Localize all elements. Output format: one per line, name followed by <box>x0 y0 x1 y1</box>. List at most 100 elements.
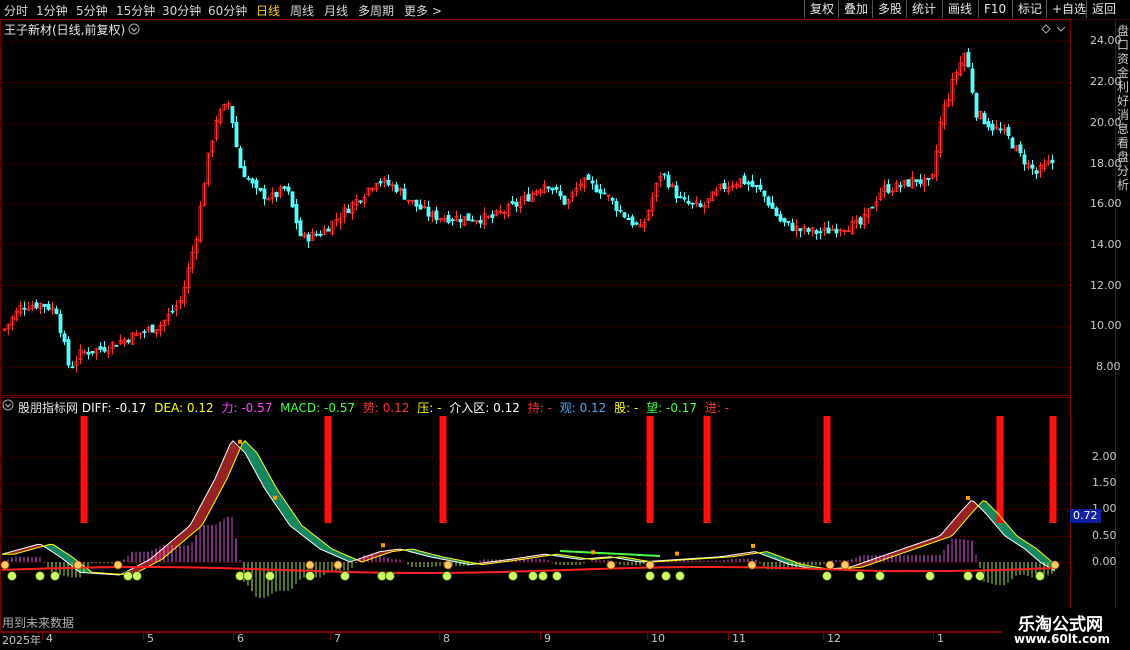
indicator-chevron-path <box>5 403 11 408</box>
apple-icon <box>385 571 395 581</box>
indicator-chevron-down-icon[interactable] <box>2 399 14 411</box>
indicator-value: 持: - <box>523 401 552 415</box>
candle-body <box>254 180 259 189</box>
chart-canvas <box>0 19 1130 640</box>
hand-icon <box>73 560 83 570</box>
indicator-value: 力: -0.57 <box>217 401 273 415</box>
candle-body <box>586 174 591 180</box>
peak-marker <box>675 551 679 556</box>
apple-icon <box>35 571 45 581</box>
candle-body <box>426 206 431 217</box>
candle-body <box>458 219 463 223</box>
candle-body <box>98 346 103 350</box>
apple-icon <box>925 571 935 581</box>
candle-body <box>1010 137 1015 149</box>
candle-body <box>446 215 451 223</box>
candle-body <box>926 177 931 180</box>
candle-body <box>86 351 91 355</box>
apple-icon <box>661 571 671 581</box>
candle-body <box>690 202 695 205</box>
diamond-icon[interactable] <box>1041 24 1051 34</box>
candle-body <box>46 303 51 310</box>
candle-body <box>558 191 563 197</box>
peak-marker <box>591 550 595 555</box>
candle-body <box>258 187 263 191</box>
chevron-down-icon[interactable] <box>128 23 140 35</box>
candle-body <box>314 233 319 236</box>
indicator-value: 压: - <box>413 401 442 415</box>
candle-body <box>42 303 47 307</box>
candle-body <box>478 219 483 224</box>
candle-body <box>546 186 551 189</box>
candle-body <box>682 197 687 200</box>
candlesticks <box>2 48 1055 373</box>
indicator-value: DEA: 0.12 <box>150 401 214 415</box>
apple-icon <box>875 571 885 581</box>
candle-body <box>1050 159 1055 164</box>
candle-body <box>418 204 423 210</box>
date-label-month: 4 <box>46 632 53 645</box>
candle-body <box>234 122 239 148</box>
date-label-month: 6 <box>237 632 244 645</box>
candle-body <box>550 187 555 191</box>
candle-body <box>1030 164 1035 169</box>
candle-body <box>770 202 775 209</box>
current-value-badge: 0.72 <box>1070 509 1101 523</box>
date-label-month: 1 <box>937 632 944 645</box>
candle-body <box>974 92 979 118</box>
date-label-month: 8 <box>443 632 450 645</box>
signal-bar <box>646 416 654 523</box>
candle-body <box>778 214 783 222</box>
candle-body <box>678 196 683 199</box>
candle-body <box>102 347 107 352</box>
candle-body <box>782 217 787 223</box>
candle-body <box>318 233 323 236</box>
chevron-path <box>131 27 137 32</box>
collapse-icon[interactable] <box>1056 26 1066 32</box>
stock-title: 王子新材(日线,前复权) <box>4 23 126 37</box>
candle-body <box>62 333 67 343</box>
peak-marker <box>751 543 755 548</box>
indicator-header: 股朋指标网 DIFF: -0.17 DEA: 0.12 力: -0.57 MAC… <box>18 399 733 416</box>
hand-icon <box>606 560 616 570</box>
candle-body <box>246 177 251 180</box>
apple-icon <box>123 571 133 581</box>
apple-icon <box>538 571 548 581</box>
candle-body <box>774 207 779 216</box>
candle-body <box>114 344 119 347</box>
candle-body <box>126 339 131 343</box>
price-tick: 10.00 <box>1090 319 1122 332</box>
candle-body <box>594 184 599 193</box>
apple-icon <box>442 571 452 581</box>
candle-body <box>766 196 771 206</box>
candle-body <box>378 181 383 184</box>
candle-body <box>70 366 75 369</box>
candle-body <box>386 179 391 186</box>
candle-body <box>450 219 455 222</box>
candle-body <box>798 228 803 232</box>
candle-body <box>562 195 567 205</box>
candle-body <box>466 213 471 221</box>
candle-body <box>598 189 603 194</box>
candle-body <box>590 180 595 184</box>
candle-body <box>490 214 495 219</box>
date-label-month: 5 <box>147 632 154 645</box>
candle-body <box>806 228 811 233</box>
apple-icon <box>7 571 17 581</box>
candle-body <box>298 220 303 237</box>
candle-body <box>754 185 759 187</box>
candle-body <box>886 184 891 193</box>
apple-icon <box>645 571 655 581</box>
apple-icon <box>50 571 60 581</box>
candle-body <box>66 339 71 366</box>
candle-body <box>898 185 903 188</box>
candle-body <box>750 180 755 187</box>
candle-body <box>358 200 363 203</box>
apple-icon <box>340 571 350 581</box>
apple-icon <box>675 571 685 581</box>
apple-icon <box>132 571 142 581</box>
candle-body <box>826 227 831 234</box>
candle-body <box>274 192 279 198</box>
right-side-panel-text[interactable]: 盘口资金利好消息看盘分析 <box>1117 24 1130 192</box>
candle-body <box>306 234 311 242</box>
